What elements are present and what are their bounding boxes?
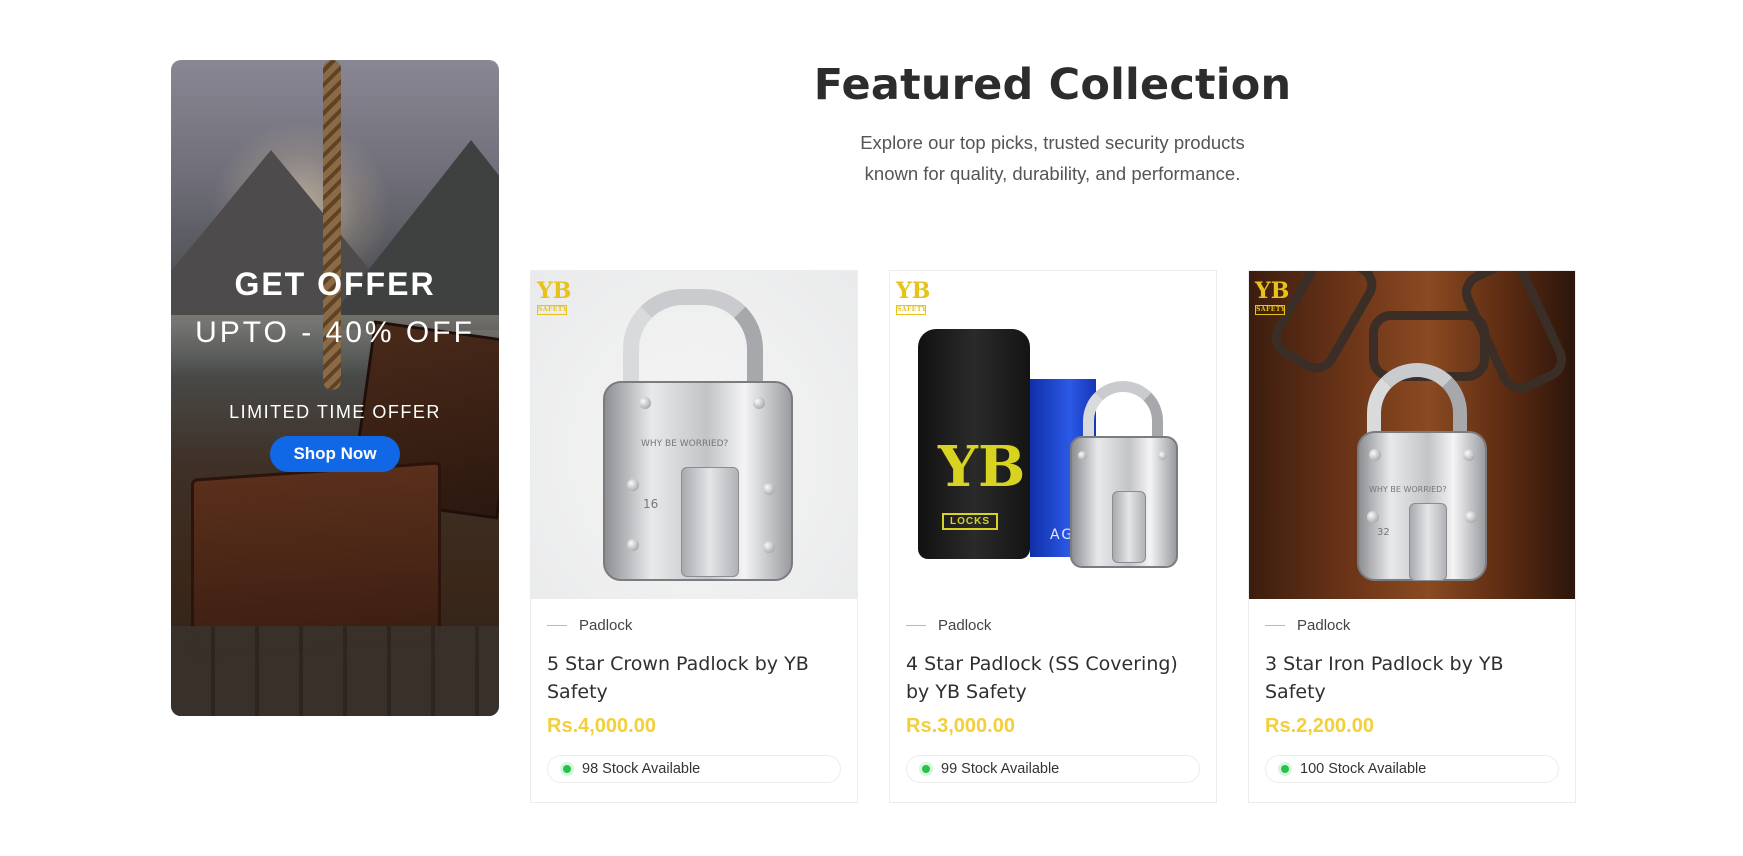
rivet [763, 483, 775, 495]
shop-now-button[interactable]: Shop Now [270, 436, 400, 472]
product-price: Rs.3,000.00 [906, 715, 1015, 737]
lock-number: 32 [1377, 527, 1390, 538]
product-card[interactable]: YB SAFETY WHY BE WORRIED? 32 Padlock 3 St… [1248, 270, 1576, 803]
product-info: Padlock 4 Star Padlock (SS Covering) by … [890, 599, 1216, 802]
rivet [627, 539, 639, 551]
product-category: Padlock [547, 617, 841, 634]
product-category: Padlock [1265, 617, 1559, 634]
rivet [627, 479, 639, 491]
product-title[interactable]: 5 Star Crown Padlock by YB Safety [547, 650, 841, 706]
rivet [1078, 451, 1087, 460]
section-description: Explore our top picks, trusted security … [860, 132, 1245, 184]
brand-logo-icon: YB SAFETY [1255, 278, 1290, 315]
engraving: WHY BE WORRIED? [641, 439, 729, 449]
rivet [753, 397, 765, 409]
stock-dot-icon [1278, 762, 1292, 776]
brand-logo-icon: YB SAFETY [537, 278, 572, 315]
product-title[interactable]: 3 Star Iron Padlock by YB Safety [1265, 650, 1559, 706]
promo-headline: GET OFFER [234, 266, 436, 302]
lock-plate [1112, 491, 1146, 563]
rivet [1465, 511, 1477, 523]
stock-badge: 100 Stock Available [1265, 755, 1559, 783]
category-label: Padlock [938, 617, 992, 634]
category-label: Padlock [579, 617, 633, 634]
promo-subheadline: UPTO - 40% OFF [195, 316, 475, 349]
product-image[interactable]: YB SAFETY YB LOCKS AGE [890, 271, 1216, 599]
product-card[interactable]: YB SAFETY WHY BE WORRIED? 16 Padlock 5 St… [530, 270, 858, 803]
brand-logo-icon: YB SAFETY [896, 278, 931, 315]
bag-logo: YB [938, 434, 1026, 500]
bag-label: LOCKS [942, 513, 998, 530]
lock-number: 16 [643, 497, 659, 511]
promo-content: GET OFFER UPTO - 40% OFF LIMITED TIME OF… [171, 60, 499, 716]
product-price: Rs.4,000.00 [547, 715, 656, 737]
lock-plate [1409, 503, 1447, 581]
section-title: Featured Collection [813, 60, 1292, 110]
category-dash [547, 625, 567, 626]
rivet [1463, 449, 1475, 461]
lock-plate [681, 467, 739, 577]
category-label: Padlock [1297, 617, 1351, 634]
rivet [763, 541, 775, 553]
product-category: Padlock [906, 617, 1200, 634]
stock-badge: 99 Stock Available [906, 755, 1200, 783]
product-price: Rs.2,200.00 [1265, 715, 1374, 737]
stock-label: 99 Stock Available [941, 761, 1060, 777]
product-image[interactable]: YB SAFETY WHY BE WORRIED? 16 [531, 271, 857, 599]
stock-label: 98 Stock Available [582, 761, 701, 777]
category-dash [906, 625, 926, 626]
stock-label: 100 Stock Available [1300, 761, 1427, 777]
rivet [639, 397, 651, 409]
product-card[interactable]: YB SAFETY YB LOCKS AGE Padlock 4 Star Pad… [889, 270, 1217, 803]
engraving: WHY BE WORRIED? [1369, 485, 1447, 494]
product-info: Padlock 3 Star Iron Padlock by YB Safety… [1249, 599, 1575, 802]
stock-dot-icon [560, 762, 574, 776]
product-info: Padlock 5 Star Crown Padlock by YB Safet… [531, 599, 857, 802]
product-title[interactable]: 4 Star Padlock (SS Covering) by YB Safet… [906, 650, 1200, 706]
stock-badge: 98 Stock Available [547, 755, 841, 783]
promo-tagline: LIMITED TIME OFFER [229, 402, 441, 422]
rivet [1158, 451, 1167, 460]
category-dash [1265, 625, 1285, 626]
rivet [1367, 511, 1379, 523]
product-image[interactable]: YB SAFETY WHY BE WORRIED? 32 [1249, 271, 1575, 599]
rivet [1369, 449, 1381, 461]
promo-banner: GET OFFER UPTO - 40% OFF LIMITED TIME OF… [171, 60, 499, 716]
stock-dot-icon [919, 762, 933, 776]
